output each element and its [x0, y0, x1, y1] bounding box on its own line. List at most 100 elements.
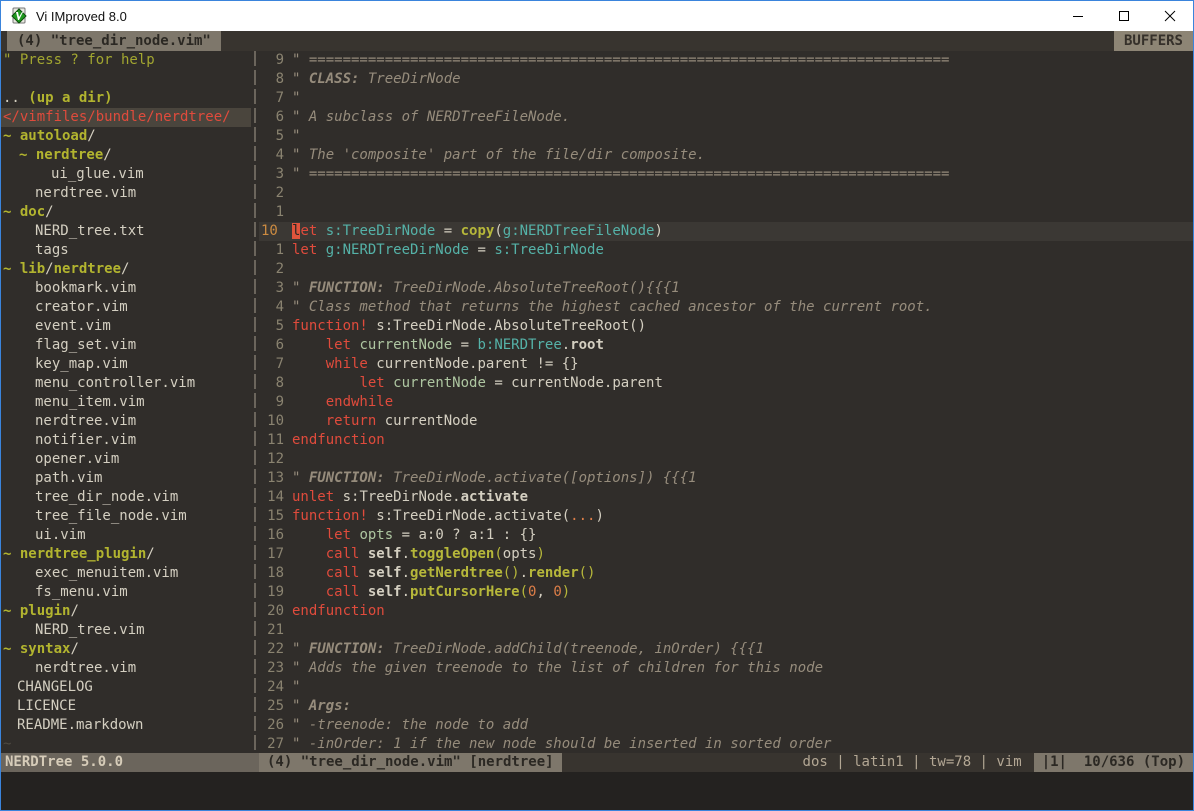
tree-root-path[interactable]: </vimfiles/bundle/nerdtree/: [1, 108, 251, 127]
tree-item[interactable]: event.vim: [1, 317, 251, 336]
code-line[interactable]: 12: [259, 450, 1193, 469]
code-line[interactable]: 7": [259, 89, 1193, 108]
code-line[interactable]: 5function! s:TreeDirNode.AbsoluteTreeRoo…: [259, 317, 1193, 336]
minimize-button[interactable]: [1055, 1, 1101, 31]
status-file-info: dos | latin1 | tw=78 | vim: [562, 753, 1034, 772]
tab-tree-dir-node[interactable]: (4) "tree_dir_node.vim": [7, 31, 221, 51]
tree-item[interactable]: README.markdown: [1, 716, 251, 735]
title-bar: Vi IMproved 8.0: [1, 1, 1193, 31]
code-line[interactable]: 16 let opts = a:0 ? a:1 : {}: [259, 526, 1193, 545]
code-line[interactable]: 2: [259, 260, 1193, 279]
tree-item[interactable]: notifier.vim: [1, 431, 251, 450]
code-line[interactable]: 4 " Class method that returns the highest…: [259, 298, 1193, 317]
code-line[interactable]: 3" =====================================…: [259, 165, 1193, 184]
tree-item[interactable]: " Press ? for help: [1, 51, 251, 70]
code-line[interactable]: 23" Adds the given treenode to the list …: [259, 659, 1193, 678]
code-line[interactable]: 24": [259, 678, 1193, 697]
code-text: unlet s:TreeDirNode.activate: [292, 488, 528, 507]
tree-item[interactable]: menu_item.vim: [1, 393, 251, 412]
code-line[interactable]: 7 while currentNode.parent != {}: [259, 355, 1193, 374]
tree-item[interactable]: menu_controller.vim: [1, 374, 251, 393]
line-number: 21: [259, 621, 284, 640]
tree-item[interactable]: ~ doc/: [1, 203, 251, 222]
tree-item[interactable]: ui_glue.vim: [1, 165, 251, 184]
maximize-button[interactable]: [1101, 1, 1147, 31]
tree-item[interactable]: ~ nerdtree/: [1, 146, 251, 165]
tree-item[interactable]: creator.vim: [1, 298, 251, 317]
tree-item[interactable]: bookmark.vim: [1, 279, 251, 298]
code-line[interactable]: 19 call self.putCursorHere(0, 0): [259, 583, 1193, 602]
tree-item[interactable]: NERD_tree.txt: [1, 222, 251, 241]
code-text: " Class method that returns the highest …: [292, 298, 933, 317]
code-line[interactable]: 20endfunction: [259, 602, 1193, 621]
code-line[interactable]: 2: [259, 184, 1193, 203]
tree-item[interactable]: nerdtree.vim: [1, 184, 251, 203]
code-text: let g:NERDTreeDirNode = s:TreeDirNode: [292, 241, 604, 260]
line-number: 17: [259, 545, 284, 564]
code-line[interactable]: 10 return currentNode: [259, 412, 1193, 431]
code-line[interactable]: 1let g:NERDTreeDirNode = s:TreeDirNode: [259, 241, 1193, 260]
code-line[interactable]: 22" FUNCTION: TreeDirNode.addChild(treen…: [259, 640, 1193, 659]
tree-item[interactable]: ~ plugin/: [1, 602, 251, 621]
code-line[interactable]: 4" The 'composite' part of the file/dir …: [259, 146, 1193, 165]
tree-item[interactable]: fs_menu.vim: [1, 583, 251, 602]
tree-item[interactable]: LICENCE: [1, 697, 251, 716]
window-title: Vi IMproved 8.0: [36, 9, 127, 24]
code-line[interactable]: 6 let currentNode = b:NERDTree.root: [259, 336, 1193, 355]
window-controls: [1055, 1, 1193, 31]
tree-item[interactable]: opener.vim: [1, 450, 251, 469]
code-line[interactable]: 6" A subclass of NERDTreeFileNode.: [259, 108, 1193, 127]
code-line[interactable]: 25" Args:: [259, 697, 1193, 716]
line-number: 2: [259, 260, 284, 279]
code-text: endfunction: [292, 602, 385, 621]
tree-item[interactable]: NERD_tree.vim: [1, 621, 251, 640]
code-line[interactable]: 13" FUNCTION: TreeDirNode.activate([opti…: [259, 469, 1193, 488]
tree-item[interactable]: ~ lib/nerdtree/: [1, 260, 251, 279]
line-number: 5: [259, 317, 284, 336]
tab-line: (4) "tree_dir_node.vim" BUFFERS: [1, 31, 1193, 51]
code-line[interactable]: 8" CLASS: TreeDirNode: [259, 70, 1193, 89]
code-text: while currentNode.parent != {}: [292, 355, 579, 374]
code-line[interactable]: 9" =====================================…: [259, 51, 1193, 70]
code-line[interactable]: 8 let currentNode = currentNode.parent: [259, 374, 1193, 393]
buffers-label: BUFFERS: [1114, 31, 1193, 51]
tree-item[interactable]: flag_set.vim: [1, 336, 251, 355]
code-line[interactable]: 5": [259, 127, 1193, 146]
code-text: let s:TreeDirNode = copy(g:NERDTreeFileN…: [292, 222, 663, 241]
tree-item[interactable]: key_map.vim: [1, 355, 251, 374]
window-split-separator[interactable]: [251, 51, 259, 753]
code-line[interactable]: 18 call self.getNerdtree().render(): [259, 564, 1193, 583]
tree-item[interactable]: ui.vim: [1, 526, 251, 545]
tree-item[interactable]: path.vim: [1, 469, 251, 488]
tree-item[interactable]: ~ syntax/: [1, 640, 251, 659]
code-line[interactable]: 26" -treenode: the node to add: [259, 716, 1193, 735]
tree-item[interactable]: [1, 70, 251, 89]
code-text: " CLASS: TreeDirNode: [292, 70, 461, 89]
code-line[interactable]: 9 endwhile: [259, 393, 1193, 412]
tree-item[interactable]: nerdtree.vim: [1, 659, 251, 678]
tree-item[interactable]: tree_dir_node.vim: [1, 488, 251, 507]
editor-pane: 9" =====================================…: [259, 51, 1193, 753]
tree-item[interactable]: tree_file_node.vim: [1, 507, 251, 526]
tree-item[interactable]: CHANGELOG: [1, 678, 251, 697]
tree-item[interactable]: tags: [1, 241, 251, 260]
code-line[interactable]: 11endfunction: [259, 431, 1193, 450]
tree-item[interactable]: ~: [1, 735, 251, 753]
code-line[interactable]: 3" FUNCTION: TreeDirNode.AbsoluteTreeRoo…: [259, 279, 1193, 298]
code-line[interactable]: 17 call self.toggleOpen(opts): [259, 545, 1193, 564]
tree-item[interactable]: exec_menuitem.vim: [1, 564, 251, 583]
tree-item[interactable]: ~ nerdtree_plugin/: [1, 545, 251, 564]
tree-item[interactable]: .. (up a dir): [1, 89, 251, 108]
tree-item[interactable]: ~ autoload/: [1, 127, 251, 146]
code-text: " The 'composite' part of the file/dir c…: [292, 146, 705, 165]
code-line[interactable]: 1: [259, 203, 1193, 222]
code-line[interactable]: 21: [259, 621, 1193, 640]
line-number: 2: [259, 184, 284, 203]
close-button[interactable]: [1147, 1, 1193, 31]
code-line[interactable]: 27" -inOrder: 1 if the new node should b…: [259, 735, 1193, 753]
code-line[interactable]: 15function! s:TreeDirNode.activate(...): [259, 507, 1193, 526]
line-number: 4: [259, 298, 284, 317]
tree-item[interactable]: nerdtree.vim: [1, 412, 251, 431]
code-line-current[interactable]: 10let s:TreeDirNode = copy(g:NERDTreeFil…: [259, 222, 1193, 241]
code-line[interactable]: 14unlet s:TreeDirNode.activate: [259, 488, 1193, 507]
